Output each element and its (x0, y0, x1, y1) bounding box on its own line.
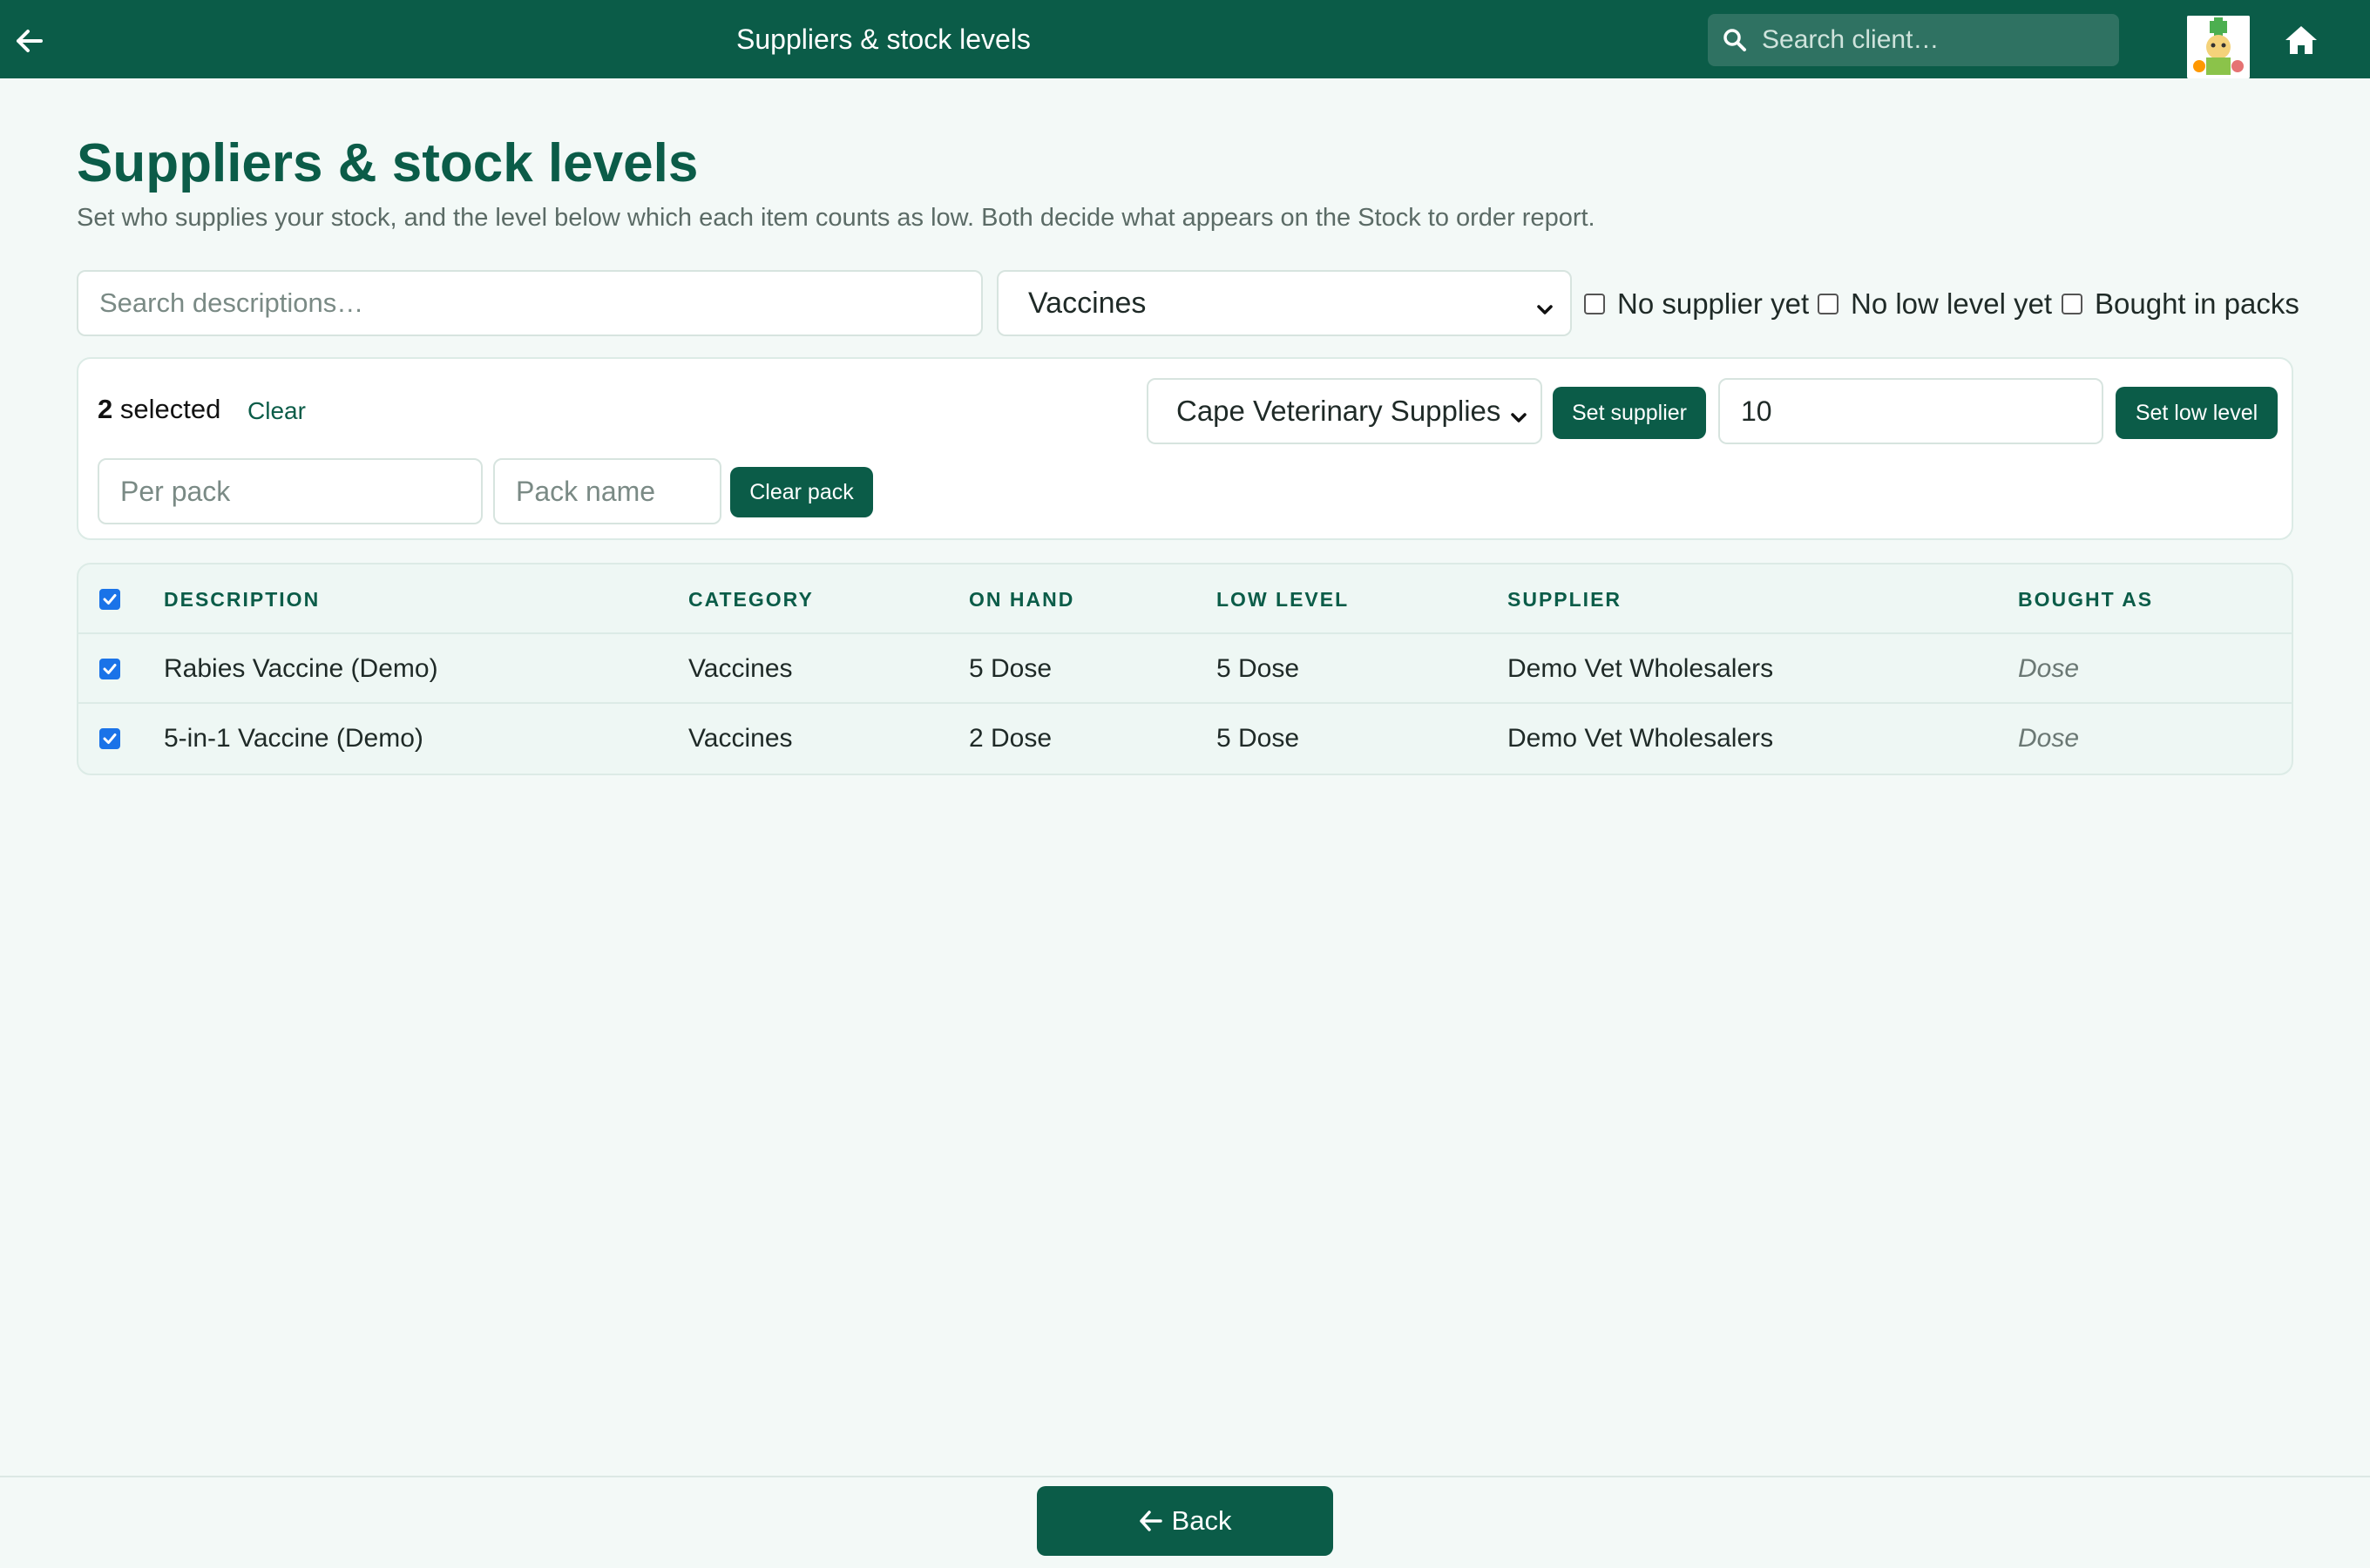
category-select[interactable]: Vaccines (997, 270, 1572, 336)
no-low-level-checkbox[interactable] (1818, 294, 1838, 314)
row-category: Vaccines (688, 654, 793, 683)
row-on-hand: 2 Dose (969, 724, 1053, 753)
supplier-select-value: Cape Veterinary Supplies (1176, 395, 1501, 427)
page-title: Suppliers & stock levels (77, 133, 699, 193)
search-icon (1722, 27, 1748, 53)
header-supplier[interactable]: SUPPLIER (1507, 564, 1622, 634)
row-bought-as: Dose (2018, 654, 2080, 683)
row-description: Rabies Vaccine (Demo) (164, 654, 438, 683)
set-supplier-button[interactable]: Set supplier (1553, 387, 1706, 439)
bought-in-packs-label: Bought in packs (2095, 287, 2299, 320)
row-checkbox-cell[interactable] (99, 704, 132, 774)
top-bar: Suppliers & stock levels (0, 0, 2370, 78)
supplier-select[interactable]: Cape Veterinary Supplies (1147, 378, 1542, 444)
description-search-input[interactable] (77, 270, 983, 336)
row-low-level: 5 Dose (1216, 654, 1300, 683)
row-checkbox[interactable] (99, 728, 120, 749)
back-arrow-icon[interactable] (12, 24, 47, 58)
selected-count: 2 selected (98, 394, 220, 425)
client-search[interactable] (1708, 14, 2119, 66)
page-subtitle: Set who supplies your stock, and the lev… (77, 204, 1595, 232)
chevron-down-icon (1509, 401, 1528, 434)
stock-table: DESCRIPTION CATEGORY ON HAND LOW LEVEL S… (77, 563, 2293, 775)
header-category[interactable]: CATEGORY (688, 564, 814, 634)
row-supplier: Demo Vet Wholesalers (1507, 654, 1774, 683)
topbar-title: Suppliers & stock levels (736, 24, 1031, 55)
category-select-value: Vaccines (1028, 286, 1147, 320)
clear-selection-link[interactable]: Clear (247, 397, 306, 425)
footer-bar: Back (0, 1476, 2370, 1568)
select-all-cell[interactable] (99, 564, 132, 634)
back-arrow-icon (1139, 1511, 1162, 1531)
back-button-label: Back (1171, 1505, 1232, 1536)
chevron-down-icon (1535, 293, 1554, 327)
bulk-edit-panel: 2 selected Clear Cape Veterinary Supplie… (77, 357, 2293, 540)
table-row[interactable]: Rabies Vaccine (Demo) Vaccines 5 Dose 5 … (78, 634, 2292, 704)
low-level-input[interactable]: 10 (1718, 378, 2103, 444)
header-bought-as[interactable]: BOUGHT AS (2018, 564, 2153, 634)
client-search-input[interactable] (1762, 25, 2093, 55)
row-category: Vaccines (688, 724, 793, 753)
clear-pack-button[interactable]: Clear pack (730, 467, 873, 517)
bought-in-packs-checkbox[interactable] (2062, 294, 2082, 314)
no-supplier-checkbox[interactable] (1584, 294, 1605, 314)
header-on-hand[interactable]: ON HAND (969, 564, 1074, 634)
clinic-logo[interactable] (2187, 16, 2250, 78)
selected-count-label: selected (112, 394, 221, 424)
no-supplier-label: No supplier yet (1617, 287, 1810, 320)
set-low-level-button[interactable]: Set low level (2116, 387, 2278, 439)
row-checkbox-cell[interactable] (99, 634, 132, 704)
row-description: 5-in-1 Vaccine (Demo) (164, 724, 423, 753)
check-icon (103, 733, 117, 744)
check-icon (103, 594, 117, 605)
no-low-level-label: No low level yet (1851, 287, 2053, 320)
bought-in-packs-filter[interactable]: Bought in packs (2062, 287, 2299, 321)
home-icon[interactable] (2281, 23, 2321, 57)
check-icon (103, 664, 117, 674)
pack-name-input[interactable] (493, 458, 721, 524)
header-low-level[interactable]: LOW LEVEL (1216, 564, 1349, 634)
row-supplier: Demo Vet Wholesalers (1507, 724, 1774, 753)
row-bought-as: Dose (2018, 724, 2080, 753)
select-all-checkbox[interactable] (99, 589, 120, 610)
table-row[interactable]: 5-in-1 Vaccine (Demo) Vaccines 2 Dose 5 … (78, 704, 2292, 774)
no-low-level-filter[interactable]: No low level yet (1818, 287, 2052, 321)
header-description[interactable]: DESCRIPTION (164, 564, 320, 634)
no-supplier-filter[interactable]: No supplier yet (1584, 287, 1809, 321)
back-button[interactable]: Back (1037, 1486, 1333, 1556)
row-low-level: 5 Dose (1216, 724, 1300, 753)
row-on-hand: 5 Dose (969, 654, 1053, 683)
row-checkbox[interactable] (99, 659, 120, 679)
per-pack-input[interactable] (98, 458, 483, 524)
table-header-row: DESCRIPTION CATEGORY ON HAND LOW LEVEL S… (78, 564, 2292, 634)
selected-count-number: 2 (98, 394, 113, 424)
